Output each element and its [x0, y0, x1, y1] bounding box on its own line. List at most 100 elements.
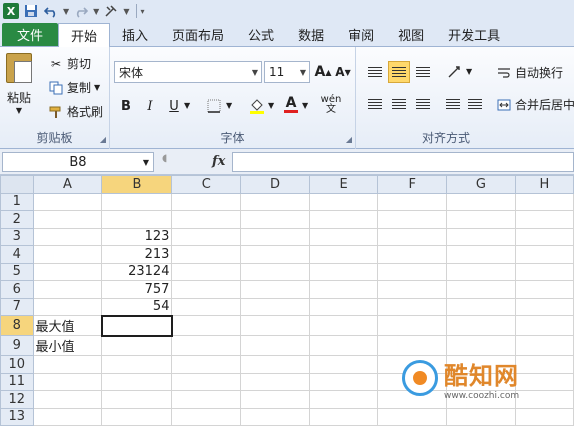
cell[interactable]	[377, 407, 448, 426]
cell[interactable]	[171, 280, 242, 299]
cell-b[interactable]: 54	[101, 297, 173, 316]
cell[interactable]	[240, 355, 310, 374]
font-name-select[interactable]: 宋体 ▼	[114, 61, 262, 83]
cell-b[interactable]	[101, 192, 173, 211]
align-right-button[interactable]	[412, 93, 434, 115]
cell[interactable]	[171, 210, 242, 229]
insert-function-icon[interactable]: fx	[212, 154, 225, 169]
cell-a[interactable]	[32, 372, 103, 391]
cell[interactable]	[308, 262, 379, 281]
name-box-dropdown-icon[interactable]: ▼	[143, 158, 149, 167]
clipboard-launcher-icon[interactable]: ◢	[100, 135, 106, 144]
cut-button[interactable]: ✂ 剪切	[48, 55, 91, 72]
cell-a[interactable]	[32, 407, 103, 426]
cell[interactable]	[171, 315, 242, 336]
merge-center-button[interactable]: 合并后居中	[496, 96, 574, 113]
cell-a[interactable]	[32, 297, 103, 316]
underline-button[interactable]: U	[164, 96, 184, 116]
cell[interactable]	[308, 280, 379, 299]
row-header[interactable]: 3	[0, 227, 34, 246]
cell-b[interactable]	[101, 372, 173, 391]
align-bottom-button[interactable]	[412, 61, 434, 83]
cell[interactable]	[308, 390, 379, 409]
wrap-text-button[interactable]: 自动换行	[496, 64, 563, 81]
cell[interactable]	[171, 262, 242, 281]
row-header[interactable]: 4	[0, 245, 34, 264]
tab-page-layout[interactable]: 页面布局	[160, 23, 236, 46]
font-color-button[interactable]: A	[280, 94, 302, 114]
cell[interactable]	[377, 297, 448, 316]
cell-b[interactable]: 123	[101, 227, 173, 246]
font-size-select[interactable]: 11 ▼	[264, 61, 310, 83]
cell[interactable]	[240, 192, 310, 211]
align-middle-button[interactable]	[388, 61, 410, 83]
cell[interactable]	[240, 335, 310, 356]
cell[interactable]	[171, 335, 242, 356]
row-header[interactable]: 8	[0, 315, 34, 336]
cell[interactable]	[446, 210, 516, 229]
cell[interactable]	[308, 227, 379, 246]
row-header[interactable]: 10	[0, 355, 34, 374]
cell-b[interactable]	[101, 335, 173, 356]
underline-dropdown-icon[interactable]: ▼	[184, 101, 190, 110]
cell[interactable]	[171, 192, 242, 211]
undo-dropdown-icon[interactable]: ▼	[63, 7, 69, 16]
copy-button[interactable]: 复制 ▼	[48, 79, 100, 96]
row-header[interactable]: 5	[0, 262, 34, 281]
cell[interactable]	[308, 315, 379, 336]
cell[interactable]	[240, 227, 310, 246]
format-painter-button[interactable]: 格式刷	[48, 103, 103, 120]
row-header[interactable]: 11	[0, 372, 34, 391]
cell[interactable]	[377, 192, 448, 211]
redo-dropdown-icon[interactable]: ▼	[93, 7, 99, 16]
cell[interactable]	[308, 407, 379, 426]
active-cell[interactable]	[100, 314, 173, 337]
cell[interactable]	[171, 355, 242, 374]
column-header-selected[interactable]: B	[101, 175, 173, 194]
font-launcher-icon[interactable]: ◢	[346, 135, 352, 144]
cell[interactable]	[171, 372, 242, 391]
tab-view[interactable]: 视图	[386, 23, 436, 46]
row-header[interactable]: 13	[0, 407, 34, 426]
tab-insert[interactable]: 插入	[110, 23, 160, 46]
paste-button[interactable]: 粘贴 ▼	[6, 53, 32, 115]
orientation-button[interactable]	[444, 61, 466, 83]
font-color-dropdown-icon[interactable]: ▼	[302, 101, 308, 110]
cell[interactable]	[308, 245, 379, 264]
row-header[interactable]: 12	[0, 390, 34, 409]
column-header[interactable]: G	[446, 175, 516, 194]
tab-formulas[interactable]: 公式	[236, 23, 286, 46]
customize-qat-icon[interactable]: ▾	[140, 7, 144, 16]
align-top-button[interactable]	[364, 61, 386, 83]
cell[interactable]	[514, 262, 574, 281]
cell[interactable]	[308, 335, 379, 356]
formula-bar-handle-icon[interactable]: ◖	[162, 153, 167, 164]
undo-icon[interactable]	[43, 3, 59, 19]
shrink-font-button[interactable]: A ▼	[334, 62, 352, 82]
column-header[interactable]: D	[240, 175, 310, 194]
cell[interactable]	[446, 280, 516, 299]
formula-input[interactable]	[232, 152, 574, 172]
cell[interactable]	[377, 210, 448, 229]
cell-b[interactable]	[101, 355, 173, 374]
cell[interactable]	[240, 407, 310, 426]
cell-b[interactable]	[101, 390, 173, 409]
redo-icon[interactable]	[73, 3, 89, 19]
column-header[interactable]: H	[514, 175, 574, 194]
cell-b[interactable]: 213	[101, 245, 173, 264]
cell[interactable]	[240, 390, 310, 409]
cell-a[interactable]	[32, 227, 103, 246]
tab-home[interactable]: 开始	[58, 23, 111, 47]
cell[interactable]	[446, 245, 516, 264]
row-header[interactable]: 7	[0, 297, 34, 316]
tab-developer[interactable]: 开发工具	[436, 23, 512, 46]
excel-logo-icon[interactable]: X	[3, 3, 19, 19]
cell[interactable]	[308, 297, 379, 316]
cell[interactable]	[446, 315, 516, 336]
cell-a[interactable]	[32, 192, 103, 211]
align-center-button[interactable]	[388, 93, 410, 115]
fill-color-dropdown-icon[interactable]: ▼	[268, 101, 274, 110]
cell[interactable]	[514, 315, 574, 336]
fill-color-button[interactable]	[246, 96, 268, 116]
cell[interactable]	[308, 210, 379, 229]
